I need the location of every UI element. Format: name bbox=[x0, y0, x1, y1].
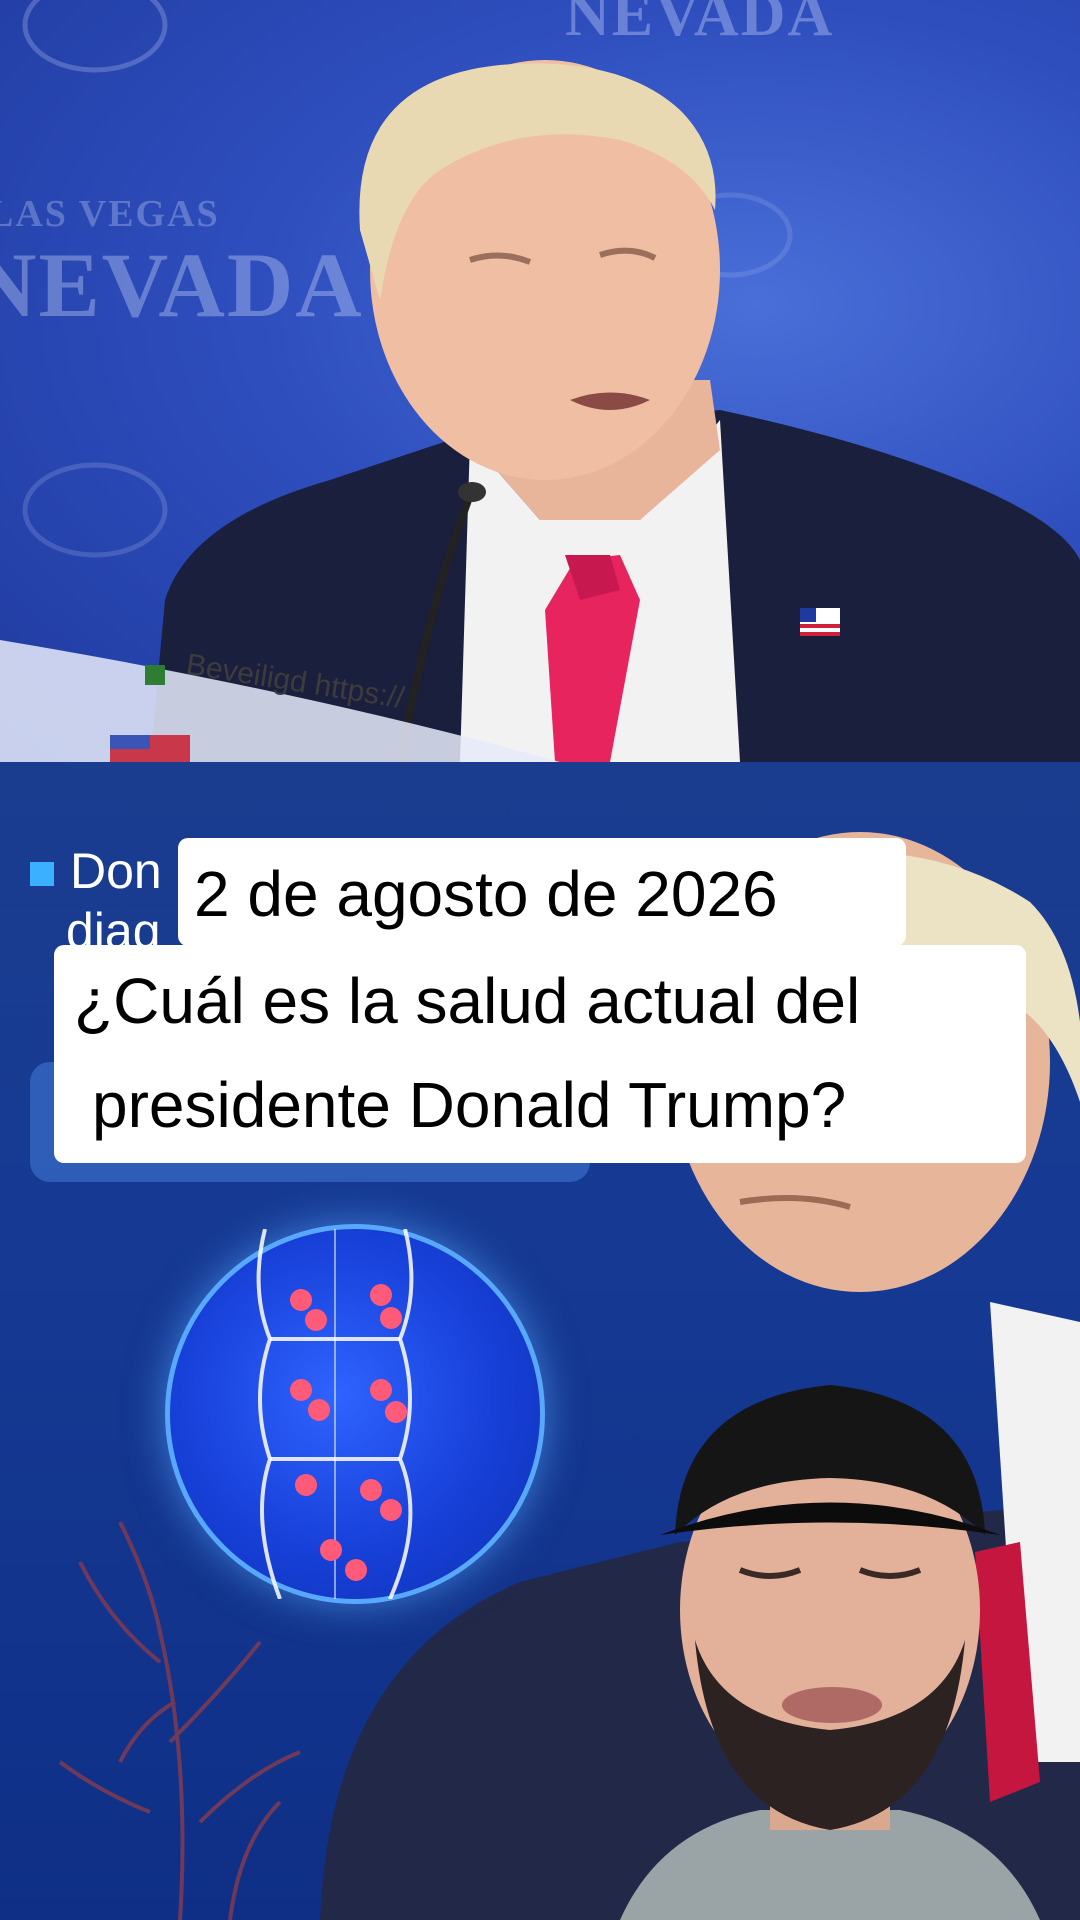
blood-clot bbox=[295, 1474, 317, 1496]
top-photo-backdrop bbox=[0, 0, 1080, 762]
blood-clot bbox=[290, 1379, 312, 1401]
backdrop-word-large: NEVADA bbox=[0, 234, 364, 336]
blood-clot bbox=[290, 1289, 312, 1311]
date-caption: 2 de agosto de 2026 bbox=[178, 838, 906, 946]
question-caption-line1: ¿Cuál es la salud actual del bbox=[74, 965, 861, 1037]
backdrop-word-top: NEVADA bbox=[565, 0, 835, 49]
blood-clot bbox=[345, 1559, 367, 1581]
overlay-label: Don bbox=[70, 843, 162, 899]
blood-clot bbox=[305, 1309, 327, 1331]
blood-clot bbox=[380, 1499, 402, 1521]
artery-illustration bbox=[165, 1224, 545, 1604]
blood-clot bbox=[320, 1539, 342, 1561]
date-caption-text: 2 de agosto de 2026 bbox=[194, 858, 778, 930]
blood-clot bbox=[380, 1307, 402, 1329]
blood-clot bbox=[308, 1399, 330, 1421]
backdrop-word-small: LAS VEGAS bbox=[0, 193, 220, 235]
overlay-bullet bbox=[30, 862, 54, 886]
presenter-portrait bbox=[620, 1385, 1040, 1920]
artery-vessel-graphic bbox=[256, 1229, 414, 1599]
question-caption-line2: presidente Donald Trump? bbox=[92, 1069, 847, 1141]
question-caption: ¿Cuál es la salud actual del presidente … bbox=[54, 945, 1026, 1163]
top-photo-panel: NEVADA LAS VEGAS NEVADA Beveiligd https:… bbox=[0, 0, 1080, 762]
blood-clot bbox=[360, 1479, 382, 1501]
blood-clot bbox=[385, 1401, 407, 1423]
blood-clot bbox=[370, 1284, 392, 1306]
blood-clot bbox=[370, 1379, 392, 1401]
